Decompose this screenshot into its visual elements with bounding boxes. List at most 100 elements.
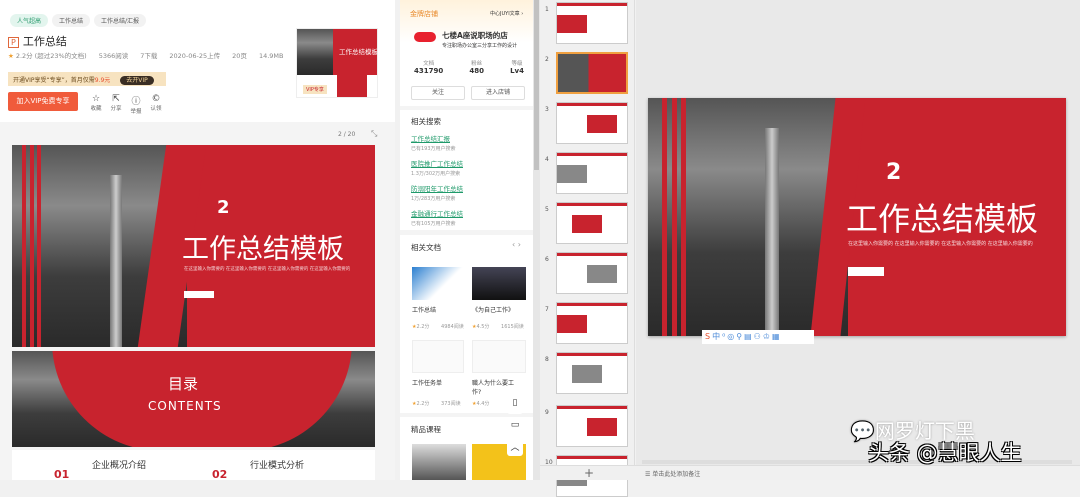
section-title: 企业概况介绍: [92, 461, 147, 471]
search-count: 已有105万用户搜索: [411, 221, 456, 227]
follow-button[interactable]: 关注: [411, 86, 465, 100]
slide-number: 2: [217, 197, 230, 218]
ime-toolbar[interactable]: S中⁰◎⚲▤⚇♔▦: [702, 330, 814, 344]
slide-title: 工作总结模板: [846, 200, 1039, 238]
vip-promo-bar: 开通VIP享受“专享”，首月仅需9.9元 去开VIP: [8, 72, 166, 86]
slide-thumbnail-number: 3: [545, 106, 549, 113]
page-indicator: 2 / 20: [338, 131, 355, 138]
action-label: 举报: [130, 109, 142, 115]
share-icon: ⇱: [112, 94, 120, 104]
shop-card: 金牌店铺 中心JUYI文章 › 七楼A座说职场的店 专注职场办公室三分享工作的设…: [400, 0, 533, 106]
open-vip-button[interactable]: 去开VIP: [120, 76, 154, 85]
report-button[interactable]: ⓘ 举报: [126, 94, 146, 115]
slide-thumbnail-number: 7: [545, 306, 549, 313]
action-label: 认领: [150, 106, 162, 112]
doc-thumbnail[interactable]: [472, 267, 526, 300]
stat: 粉丝 480: [469, 59, 484, 75]
feedback-icon[interactable]: ▭: [507, 420, 523, 436]
shop-description: 专注职场办公室三分享工作的设计: [442, 43, 518, 49]
watermark-toutiao: 头条 @慧眼人生: [868, 441, 1022, 465]
slide-thumbnail[interactable]: [556, 405, 628, 447]
slide-thumbnail[interactable]: [556, 152, 628, 194]
slide-thumbnail[interactable]: [556, 202, 628, 244]
action-label: 收藏: [90, 106, 102, 112]
tag[interactable]: 工作总结: [52, 14, 91, 27]
doc-views: 4984阅读: [441, 324, 464, 330]
slide-thumbnail[interactable]: [556, 102, 628, 144]
doc-views: 1615阅读: [501, 324, 524, 330]
slide-thumbnail-number: 4: [545, 156, 549, 163]
slide-page-3: 01 企业概况介绍 02 行业模式分析: [12, 450, 375, 481]
page-count: 20页: [232, 52, 247, 60]
section-title: 相关搜索: [411, 117, 441, 126]
related-search-link[interactable]: 工作总结汇报: [411, 133, 522, 143]
slide-subtitle: 在这里输入你需要的 在这里输入你需要的 在这里输入你需要的 在这里输入你需要的: [848, 241, 1033, 247]
document-meta: ★ 2.2分 (超过23%的文档) 5366阅读 7下载 2020-06-25上传 20页 1…: [8, 50, 296, 60]
slide-title: 目录: [168, 375, 199, 393]
slide-subtitle: 在这里输入你需要的 在这里输入你需要的 在这里输入你需要的 在这里输入你需要的: [184, 267, 351, 272]
slide-editor: 2 工作总结模板 在这里输入你需要的 在这里输入你需要的 在这里输入你需要的 在…: [636, 0, 1080, 465]
slide-thumbnail[interactable]: [556, 352, 628, 394]
mobile-icon[interactable]: ▯: [507, 398, 523, 414]
section-title: 相关文档: [411, 243, 441, 252]
notes-placeholder: 单击此处添加备注: [652, 471, 701, 478]
doc-title[interactable]: 《为自己工作》: [472, 305, 514, 314]
slide-thumbnail[interactable]: [556, 2, 628, 44]
shop-link[interactable]: 中心JUYI文章 ›: [490, 10, 523, 17]
fullscreen-icon[interactable]: ⤡: [371, 129, 377, 139]
current-slide[interactable]: 2 工作总结模板 在这里输入你需要的 在这里输入你需要的 在这里输入你需要的 在…: [648, 98, 1066, 336]
vip-badge: VIP专享: [303, 85, 327, 94]
rating: 2.2分: [15, 52, 33, 60]
related-search-link[interactable]: 医院推广工作总结: [411, 158, 522, 168]
tag[interactable]: 工作总结/汇报: [94, 14, 147, 27]
notes-area[interactable]: ☰ 单击此处添加备注: [645, 469, 700, 478]
doc-thumbnail[interactable]: [472, 340, 526, 373]
slide-thumbnail[interactable]: [556, 302, 628, 344]
slide-thumbnail[interactable]: [556, 52, 628, 94]
doc-views: 373阅读: [441, 401, 461, 407]
course-thumbnail[interactable]: [412, 444, 466, 480]
search-count: 已有193万用户搜索: [411, 146, 456, 152]
back-to-top-icon[interactable]: ︿: [507, 440, 523, 456]
shop-stats: 文档 431790 粉丝 480 等级 Lv4: [414, 59, 524, 75]
page-scrollbar[interactable]: [533, 0, 540, 480]
doc-title[interactable]: 職人为什么要工作?: [472, 378, 518, 396]
slide-button-shape: [184, 291, 214, 298]
doc-thumbnail[interactable]: [412, 267, 464, 300]
join-vip-button[interactable]: 加入VIP免费专享: [8, 92, 78, 111]
claim-button[interactable]: © 认领: [146, 94, 166, 112]
document-thumbnail[interactable]: 工作总结模板 VIP专享: [296, 28, 378, 98]
tag[interactable]: 人气超高: [10, 14, 49, 27]
carousel-arrows[interactable]: ‹ ›: [512, 240, 521, 249]
ppt-file-icon: P: [8, 37, 19, 48]
document-title: P 工作总结: [8, 33, 67, 49]
visit-shop-button[interactable]: 进入店铺: [471, 86, 525, 100]
doc-thumbnail[interactable]: [412, 340, 464, 373]
current-page: 2: [338, 131, 342, 138]
share-button[interactable]: ⇱ 分享: [106, 94, 126, 112]
doc-rating: 4.4分: [476, 401, 490, 407]
stat-label: 文档: [423, 61, 435, 67]
related-search-link[interactable]: 金融通行工作总结: [411, 208, 522, 218]
favorite-button[interactable]: ☆ 收藏: [86, 94, 106, 112]
total-pages: / 20: [343, 131, 356, 138]
star-icon: ★: [8, 52, 14, 60]
slide-thumbnail-panel: 1 2 3 4 5 6 7 8 9 10: [540, 0, 635, 497]
stat-value: Lv4: [510, 67, 524, 75]
section-number: 02: [212, 468, 228, 481]
slide-thumbnail[interactable]: [556, 252, 628, 294]
stat-label: 粉丝: [471, 61, 483, 67]
status-bar: + ☰ 单击此处添加备注: [540, 465, 1080, 480]
slide-thumbnail-number: 6: [545, 256, 549, 263]
vip-price: 9.9元: [94, 77, 111, 84]
doc-title[interactable]: 工作总结: [412, 305, 436, 314]
star-icon: ☆: [91, 94, 101, 104]
shop-avatar[interactable]: [414, 32, 436, 42]
related-search-link[interactable]: 防溺阳年工作总结: [411, 183, 522, 193]
add-slide-button[interactable]: +: [584, 466, 594, 480]
slide-thumbnail-number: 9: [545, 409, 549, 416]
section-title: 精品课程: [411, 425, 441, 434]
stat-label: 等级: [511, 61, 523, 67]
doc-title[interactable]: 工作任务单: [412, 378, 442, 387]
shop-name[interactable]: 七楼A座说职场的店: [442, 30, 508, 41]
